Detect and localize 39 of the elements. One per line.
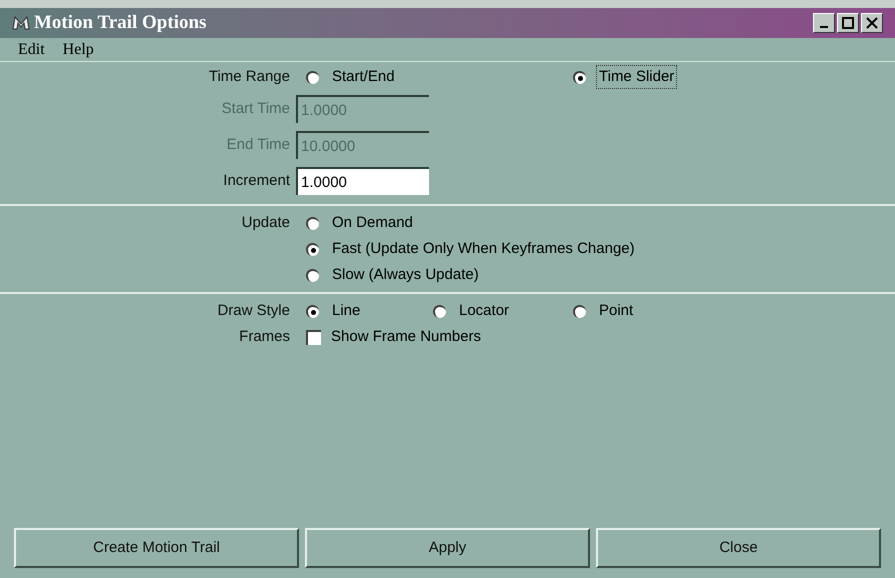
field-label: Frames <box>238 326 291 347</box>
checkbox-label: Show Frame Numbers <box>331 326 482 347</box>
minimize-button[interactable] <box>813 13 835 33</box>
option-label: Slow (Always Update) <box>331 264 480 285</box>
option-label: Time Slider <box>596 64 678 90</box>
radio-button[interactable] <box>306 242 319 256</box>
radio-button[interactable] <box>306 268 319 282</box>
field-label: End Time <box>226 134 291 155</box>
radio-button[interactable] <box>573 70 586 84</box>
maximize-icon <box>842 17 854 29</box>
close-button[interactable] <box>861 13 883 33</box>
window-title: Motion Trail Options <box>34 10 208 35</box>
close-icon <box>866 17 878 29</box>
option-label: On Demand <box>331 212 414 233</box>
option-label: Point <box>598 300 634 321</box>
number-field[interactable]: 1.0000 <box>296 167 429 195</box>
radio-button[interactable] <box>573 304 586 318</box>
dialog-button[interactable]: Apply <box>305 528 590 568</box>
menu-item[interactable]: Help <box>62 38 94 62</box>
app-icon <box>12 15 30 31</box>
field-label: Update <box>240 212 291 233</box>
radio-button[interactable] <box>433 304 446 318</box>
radio-button[interactable] <box>306 216 319 230</box>
option-label: Start/End <box>331 66 396 87</box>
dialog-button[interactable]: Close <box>596 528 881 568</box>
menu-item[interactable]: Edit <box>18 38 45 62</box>
dialog-button[interactable]: Create Motion Trail <box>14 528 299 568</box>
field-label: Time Range <box>208 66 291 87</box>
minimize-icon <box>820 26 828 28</box>
radio-button[interactable] <box>306 304 319 318</box>
field-label: Start Time <box>220 98 291 119</box>
option-label: Fast (Update Only When Keyframes Change) <box>331 238 636 259</box>
option-label: Line <box>331 300 362 321</box>
field-label: Draw Style <box>216 300 291 321</box>
checkbox[interactable] <box>306 330 321 344</box>
option-label: Locator <box>458 300 510 321</box>
field-label: Increment <box>222 170 291 191</box>
maximize-button[interactable] <box>837 13 859 33</box>
radio-button[interactable] <box>306 70 319 84</box>
